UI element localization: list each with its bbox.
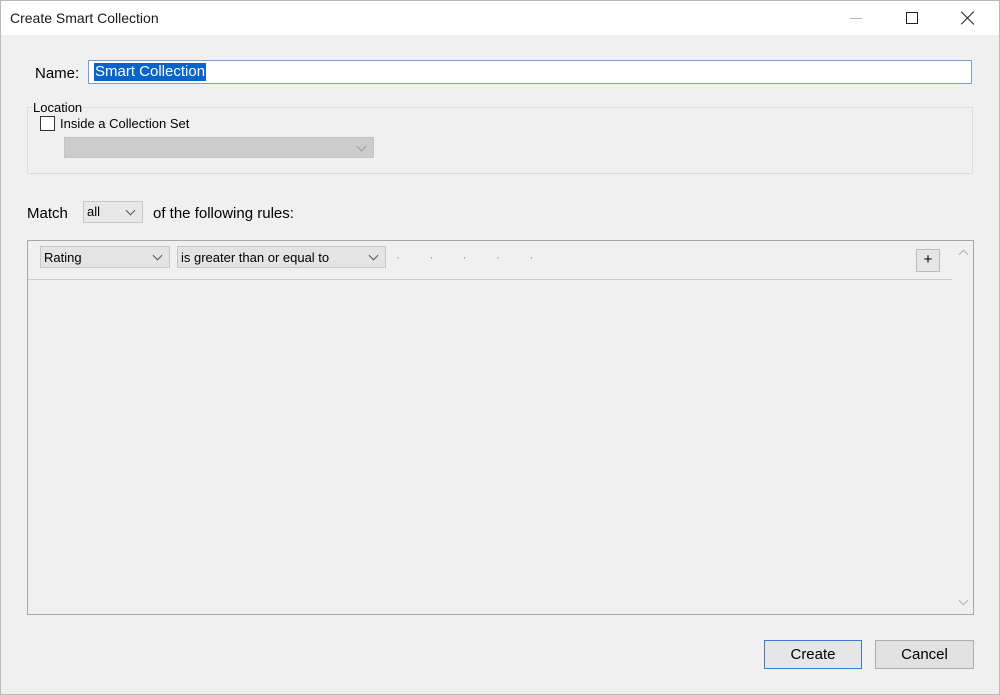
match-label: Match — [27, 205, 68, 222]
close-button[interactable] — [945, 1, 991, 35]
location-label: Location — [32, 100, 84, 115]
create-smart-collection-dialog: Create Smart Collection Name: Smart Coll… — [0, 0, 1000, 695]
name-input-value: Smart Collection — [94, 63, 207, 81]
create-button[interactable]: Create — [764, 640, 862, 669]
maximize-icon — [906, 12, 918, 24]
rating-stars-selector[interactable]: · · · · · — [396, 250, 546, 264]
scroll-down-icon[interactable] — [958, 595, 969, 606]
chevron-down-icon — [356, 141, 367, 152]
inside-collection-set-checkbox[interactable] — [40, 116, 55, 131]
add-rule-button[interactable]: + — [916, 249, 940, 272]
chevron-down-icon — [125, 205, 136, 216]
maximize-button[interactable] — [889, 1, 935, 35]
minimize-button[interactable] — [833, 1, 879, 35]
rule-operator-value: is greater than or equal to — [181, 250, 330, 265]
rule-operator-dropdown[interactable]: is greater than or equal to — [177, 246, 386, 268]
chevron-down-icon — [152, 250, 163, 261]
rules-panel: Rating is greater than or equal to · · ·… — [27, 240, 974, 615]
name-input[interactable]: Smart Collection — [88, 60, 972, 84]
match-mode-dropdown[interactable]: all — [83, 201, 143, 223]
cancel-button[interactable]: Cancel — [875, 640, 974, 669]
minimize-icon — [850, 17, 862, 19]
scroll-up-icon[interactable] — [958, 249, 969, 260]
match-mode-value: all — [87, 204, 101, 219]
collection-set-dropdown — [64, 137, 374, 158]
rule-divider — [28, 279, 952, 280]
name-label: Name: — [35, 65, 80, 82]
rule-field-value: Rating — [44, 250, 82, 265]
inside-collection-set-label: Inside a Collection Set — [60, 116, 190, 131]
rule-field-dropdown[interactable]: Rating — [40, 246, 170, 268]
title-bar: Create Smart Collection — [1, 1, 999, 35]
close-icon — [961, 11, 975, 25]
chevron-down-icon — [368, 250, 379, 261]
match-suffix-label: of the following rules: — [153, 205, 294, 222]
inside-collection-set-option[interactable]: Inside a Collection Set — [40, 116, 189, 131]
window-title: Create Smart Collection — [10, 10, 159, 26]
rules-scrollbar[interactable] — [955, 241, 973, 614]
